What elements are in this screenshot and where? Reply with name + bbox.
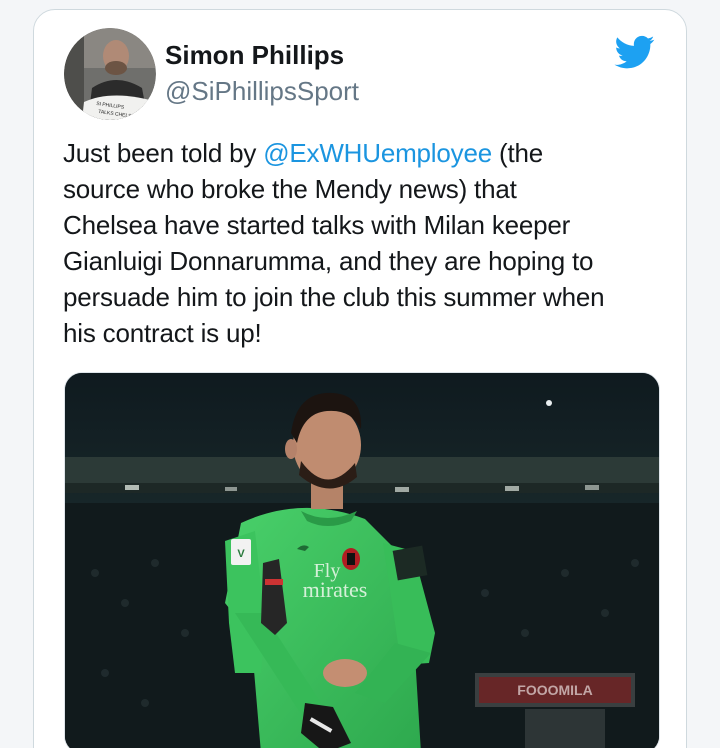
tweet-text-fragment: (the [491, 138, 543, 168]
tweet-page: SI PHILLIPS TALKS CHELSEA Simon Phillips… [0, 0, 720, 748]
sleeve-badge-glyph: V [237, 548, 245, 560]
avatar-image: SI PHILLIPS TALKS CHELSEA [64, 28, 156, 120]
display-name[interactable]: Simon Phillips [165, 40, 344, 71]
tweet-line: persuade him to join the club this summe… [63, 282, 605, 312]
avatar[interactable]: SI PHILLIPS TALKS CHELSEA [64, 28, 156, 120]
tweet-photo[interactable]: FOOOMILA V Fly mirates [64, 372, 660, 748]
tweet-line: source who broke the Mendy news) that [63, 174, 517, 204]
mention-link[interactable]: @ExWHUemployee [263, 138, 492, 168]
tweet-line: his contract is up! [63, 318, 262, 348]
tweet-text-fragment: Just been told by [63, 138, 264, 168]
tweet-card[interactable]: SI PHILLIPS TALKS CHELSEA Simon Phillips… [33, 9, 687, 748]
tweet-text: Just been told by @ExWHUemployee (the so… [63, 135, 678, 351]
ad-board-text: FOOOMILA [517, 682, 592, 698]
user-handle[interactable]: @SiPhillipsSport [165, 76, 359, 107]
shirt-sponsor-line2: mirates [303, 577, 368, 602]
tweet-line: Just been told by @ExWHUemployee (the [63, 135, 678, 171]
tweet-line: Gianluigi Donnarumma, and they are hopin… [63, 246, 594, 276]
goalkeeper-photo: FOOOMILA V Fly mirates [65, 373, 659, 748]
twitter-bird-icon[interactable] [612, 32, 658, 72]
tweet-line: Chelsea have started talks with Milan ke… [63, 210, 571, 240]
